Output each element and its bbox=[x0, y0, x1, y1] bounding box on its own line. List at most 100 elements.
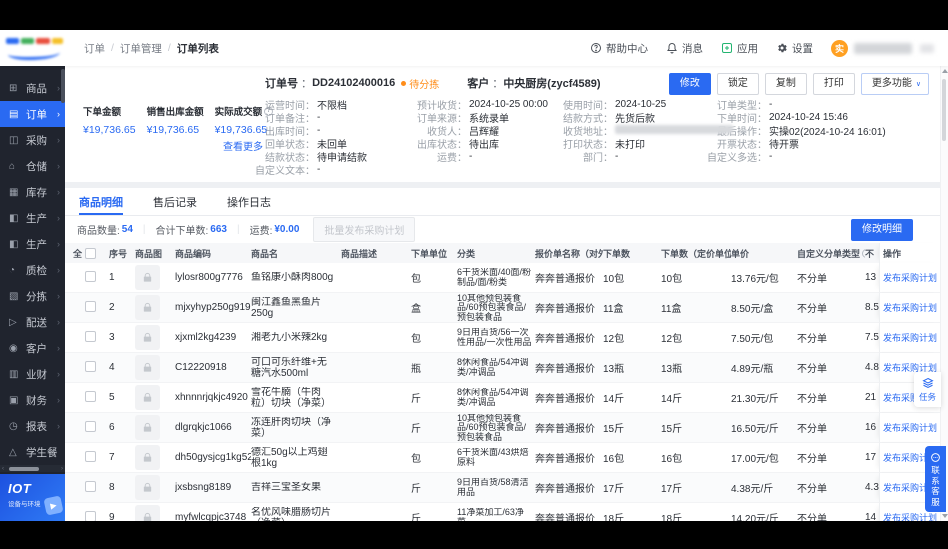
tab-商品明细[interactable]: 商品明细 bbox=[79, 188, 123, 215]
lock-icon bbox=[143, 452, 152, 462]
app-logo[interactable] bbox=[4, 34, 72, 62]
scrollbar-thumb[interactable] bbox=[942, 79, 946, 141]
row-checkbox[interactable] bbox=[85, 420, 96, 432]
product-category: 10其他预包装食品/60预包装食品/预包装食品 bbox=[457, 293, 527, 322]
product-thumbnail[interactable] bbox=[135, 445, 160, 470]
print-button[interactable]: 打印 bbox=[812, 73, 855, 95]
sidebar-item-采购[interactable]: ◫ 采购 › bbox=[0, 127, 65, 153]
tab-操作日志[interactable]: 操作日志 bbox=[227, 188, 271, 215]
chevron-right-icon: › bbox=[57, 291, 60, 301]
row-checkbox[interactable] bbox=[85, 390, 96, 402]
publish-purchase-plan-link[interactable]: 发布采购计划 bbox=[883, 271, 937, 284]
breadcrumb-item[interactable]: 订单管理 bbox=[120, 41, 162, 56]
row-seq: 7 bbox=[109, 452, 115, 463]
row-checkbox[interactable] bbox=[85, 330, 96, 342]
order-qty: 10包 bbox=[603, 274, 625, 285]
row-checkbox[interactable] bbox=[85, 510, 96, 521]
sidebar-item-配送[interactable]: ▷ 配送 › bbox=[0, 309, 65, 335]
sidebar-item-仓储[interactable]: ⌂ 仓储 › bbox=[0, 153, 65, 179]
product-name[interactable]: 闽江鑫鱼黑鱼片250g bbox=[251, 297, 341, 319]
sidebar-item-学生餐[interactable]: △ 学生餐 › bbox=[0, 439, 65, 465]
modify-button[interactable]: 修改 bbox=[668, 73, 711, 95]
scroll-right-icon[interactable]: › bbox=[59, 466, 65, 472]
gear-icon bbox=[778, 43, 787, 53]
chat-icon bbox=[931, 453, 940, 462]
tab-售后记录[interactable]: 售后记录 bbox=[153, 188, 197, 215]
sidebar-item-质检[interactable]: ◔ 质检 › bbox=[0, 257, 65, 283]
order-field-自定义文本: 自定义文本 - bbox=[253, 163, 417, 177]
apps-button[interactable]: 应用 bbox=[721, 41, 758, 56]
product-name[interactable]: 湘老九小米辣2kg bbox=[251, 332, 341, 343]
product-thumbnail[interactable] bbox=[135, 475, 160, 500]
task-float-button[interactable]: 任务 bbox=[914, 372, 941, 407]
sidebar-item-业财[interactable]: ▥ 业财 › bbox=[0, 361, 65, 387]
sidebar-item-商品[interactable]: ⊞ 商品 › bbox=[0, 75, 65, 101]
summary-label: 运费 bbox=[250, 222, 273, 237]
product-thumbnail[interactable] bbox=[135, 415, 160, 440]
publish-purchase-plan-link[interactable]: 发布采购计划 bbox=[883, 421, 937, 434]
summary-value: 54 bbox=[121, 224, 133, 235]
sidebar-item-库存[interactable]: ▦ 库存 › bbox=[0, 179, 65, 205]
user-menu[interactable]: 实 bbox=[831, 39, 934, 57]
publish-purchase-plan-link[interactable]: 发布采购计划 bbox=[883, 511, 937, 521]
product-name[interactable]: 鱼铭康小酥肉800g bbox=[251, 272, 341, 283]
sidebar-item-分拣[interactable]: ▧ 分拣 › bbox=[0, 283, 65, 309]
select-all-checkbox[interactable] bbox=[85, 247, 96, 259]
messages-button[interactable]: 消息 bbox=[666, 41, 703, 56]
batch-publish-purchase-button[interactable]: 批量发布采购计划 bbox=[313, 217, 416, 242]
product-name[interactable]: 冻连肝肉切块（净菜） bbox=[251, 417, 341, 439]
row-checkbox[interactable] bbox=[85, 300, 96, 312]
chevron-right-icon: › bbox=[57, 135, 60, 145]
help-center-button[interactable]: 帮助中心 bbox=[590, 41, 648, 56]
more-functions-button[interactable]: 更多功能 ∨ bbox=[860, 73, 929, 95]
row-checkbox[interactable] bbox=[85, 450, 96, 462]
row-seq: 4 bbox=[109, 362, 115, 373]
publish-purchase-plan-link[interactable]: 发布采购计划 bbox=[883, 301, 937, 314]
product-thumbnail[interactable] bbox=[135, 385, 160, 410]
contact-service-button[interactable]: 联系客服 bbox=[925, 446, 946, 512]
sidebar-item-报表[interactable]: ◷ 报表 › bbox=[0, 413, 65, 439]
scroll-up-icon[interactable] bbox=[941, 69, 948, 73]
scroll-down-icon[interactable] bbox=[941, 514, 948, 518]
lock-button[interactable]: 锁定 bbox=[716, 73, 759, 95]
row-checkbox[interactable] bbox=[85, 480, 96, 492]
row-checkbox[interactable] bbox=[85, 360, 96, 372]
sidebar-item-生产[interactable]: ◧ 生产 › bbox=[0, 205, 65, 231]
product-thumbnail[interactable] bbox=[135, 325, 160, 350]
field-value: 2024-10-25 bbox=[615, 99, 667, 110]
copy-button[interactable]: 复制 bbox=[764, 73, 807, 95]
sidebar-item-客户[interactable]: ◉ 客户 › bbox=[0, 335, 65, 361]
field-value: - bbox=[469, 151, 473, 162]
sidebar-scrollbar[interactable] bbox=[61, 69, 65, 103]
product-thumbnail[interactable] bbox=[135, 505, 160, 521]
sidebar-horizontal-scrollbar[interactable]: ‹ › bbox=[0, 465, 65, 472]
breadcrumb-current: 订单列表 bbox=[176, 42, 219, 55]
report-icon: ◷ bbox=[9, 420, 18, 432]
product-name[interactable]: 雪花牛腩（牛肉粒）切块（净菜） bbox=[251, 387, 341, 409]
product-thumbnail[interactable] bbox=[135, 355, 160, 380]
sidebar-item-生产[interactable]: ◧ 生产 › bbox=[0, 231, 65, 257]
product-name[interactable]: 德汇50g以上鸡翅根1kg bbox=[251, 447, 341, 469]
publish-purchase-plan-link[interactable]: 发布采购计划 bbox=[883, 331, 937, 344]
product-name[interactable]: 名优风味腊肠切片（净菜） bbox=[251, 507, 341, 522]
breadcrumb-item[interactable]: 订单 bbox=[84, 41, 105, 56]
meal-icon: △ bbox=[9, 446, 17, 458]
scrollbar-thumb[interactable] bbox=[9, 466, 39, 471]
settings-button[interactable]: 设置 bbox=[776, 41, 813, 56]
detail-tabs: 商品明细 售后记录 操作日志 bbox=[65, 188, 941, 216]
sidebar-item-财务[interactable]: ▣ 财务 › bbox=[0, 387, 65, 413]
sidebar-item-订单[interactable]: ▤ 订单 › bbox=[0, 101, 65, 127]
product-name[interactable]: 吉祥三宝圣女果 bbox=[251, 482, 341, 493]
order-number-label: 订单号 bbox=[265, 75, 312, 91]
summary-value: ¥0.00 bbox=[274, 224, 300, 235]
product-name[interactable]: 可口可乐纤维+无糖汽水500ml bbox=[251, 357, 341, 379]
header-product-desc: 商品描述 bbox=[341, 248, 378, 259]
row-checkbox[interactable] bbox=[85, 270, 96, 282]
expand-all-header[interactable]: 全 bbox=[65, 247, 85, 260]
scroll-left-icon[interactable]: ‹ bbox=[0, 466, 6, 472]
product-thumbnail[interactable] bbox=[135, 265, 160, 290]
iot-widget[interactable]: IOT 设备与环境 ▶ bbox=[0, 474, 65, 521]
edit-detail-button[interactable]: 修改明细 bbox=[851, 218, 913, 241]
order-detail-column: 预计收货 2024-10-25 00:00 订单来源 系统录单 收货人 吕辉耀 … bbox=[417, 98, 563, 176]
product-thumbnail[interactable] bbox=[135, 295, 160, 320]
